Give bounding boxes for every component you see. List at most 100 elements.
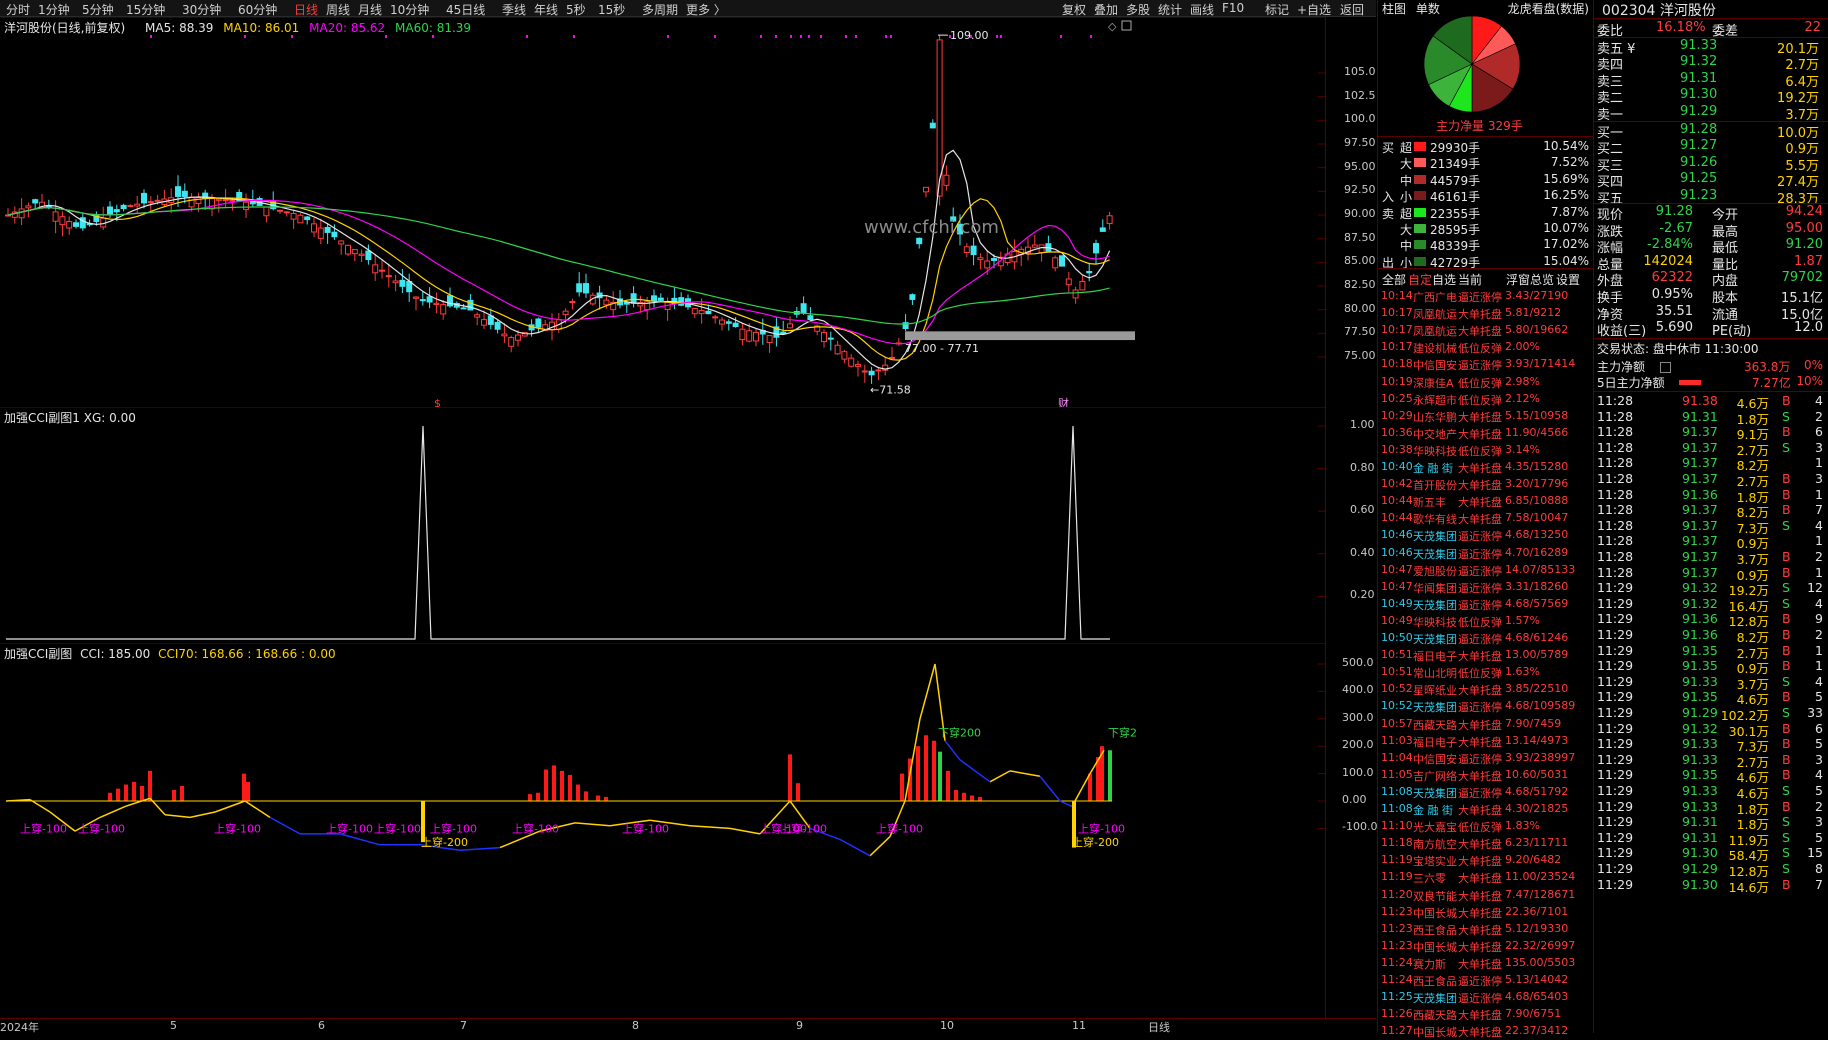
alert-stock[interactable]: 首开股份 bbox=[1413, 477, 1457, 493]
alert-stock[interactable]: 华闻集团 bbox=[1413, 580, 1457, 596]
alert-stock[interactable]: 金 融 街 bbox=[1413, 802, 1453, 818]
tick-count: 5 bbox=[1815, 736, 1823, 752]
alert-stock[interactable]: 南方航空 bbox=[1413, 836, 1457, 852]
filter-tab-2[interactable]: 自选 bbox=[1432, 271, 1456, 288]
period-tab-16[interactable]: 更多 〉 bbox=[686, 1, 726, 18]
alert-stock[interactable]: 天茂集团 bbox=[1413, 631, 1457, 647]
period-tab-11[interactable]: 季线 bbox=[502, 1, 526, 18]
toolbar-button-6[interactable]: 标记 bbox=[1265, 1, 1289, 18]
alert-stock[interactable]: 歌华有线 bbox=[1413, 511, 1457, 527]
alert-stock[interactable]: 光大嘉宝 bbox=[1413, 819, 1457, 835]
cci-sub1-pane[interactable]: 加强CCI副图1 XG: 0.00 bbox=[0, 407, 1325, 644]
period-tab-4[interactable]: 30分钟 bbox=[182, 1, 221, 18]
alert-value: 1.63% bbox=[1505, 665, 1540, 679]
period-tab-9[interactable]: 10分钟 bbox=[390, 1, 429, 18]
alert-stock[interactable]: 中国长城 bbox=[1413, 905, 1457, 921]
toolbar-button-7[interactable]: +自选 bbox=[1297, 1, 1331, 18]
alert-stock[interactable]: 双良节能 bbox=[1413, 888, 1457, 904]
filter-tab-4[interactable]: 浮窗 bbox=[1506, 271, 1530, 288]
alert-stock[interactable]: 西藏天路 bbox=[1413, 1007, 1457, 1023]
filter-tab-3[interactable]: 当前 bbox=[1458, 271, 1482, 288]
alert-stock[interactable]: 福日电子 bbox=[1413, 734, 1457, 750]
alert-stock[interactable]: 星晖纸业 bbox=[1413, 682, 1457, 698]
alert-stock[interactable]: 天茂集团 bbox=[1413, 699, 1457, 715]
alert-value: 3.31/18260 bbox=[1505, 579, 1569, 593]
period-tab-6[interactable]: 日线 bbox=[294, 1, 318, 18]
alert-stock[interactable]: 天茂集团 bbox=[1413, 990, 1457, 1006]
alert-stock[interactable]: 宝塔实业 bbox=[1413, 853, 1457, 869]
candle-body bbox=[317, 227, 324, 239]
period-tab-1[interactable]: 1分钟 bbox=[38, 1, 70, 18]
toolbar-button-1[interactable]: 叠加 bbox=[1094, 1, 1118, 18]
toolbar-button-0[interactable]: 复权 bbox=[1062, 1, 1086, 18]
alert-stock[interactable]: 福日电子 bbox=[1413, 648, 1457, 664]
filter-tab-5[interactable]: 总览 bbox=[1530, 271, 1554, 288]
filter-tab-0[interactable]: 全部 bbox=[1382, 271, 1406, 288]
period-tab-15[interactable]: 多周期 bbox=[642, 1, 678, 18]
period-tab-13[interactable]: 5秒 bbox=[566, 1, 586, 18]
period-tab-3[interactable]: 15分钟 bbox=[126, 1, 165, 18]
toolbar-button-5[interactable]: F10 bbox=[1222, 1, 1244, 15]
alert-stock[interactable]: 西王食品 bbox=[1413, 973, 1457, 989]
alert-stock[interactable]: 永辉超市 bbox=[1413, 392, 1457, 408]
alert-stock[interactable]: 天茂集团 bbox=[1413, 597, 1457, 613]
period-tab-5[interactable]: 60分钟 bbox=[238, 1, 277, 18]
alert-value: 5.15/10958 bbox=[1505, 408, 1569, 422]
tick-volume: 14.6万 bbox=[1728, 879, 1769, 895]
alert-stock[interactable]: 凤凰航运 bbox=[1413, 306, 1457, 322]
alert-type: 大单托盘 bbox=[1458, 479, 1502, 493]
alert-stock[interactable]: 华映科技 bbox=[1413, 614, 1457, 630]
alert-stock[interactable]: 爱旭股份 bbox=[1413, 563, 1457, 579]
alert-stock[interactable]: 中国长城 bbox=[1413, 939, 1457, 955]
alert-time: 10:14 bbox=[1381, 289, 1413, 302]
cci-bar bbox=[242, 773, 246, 801]
alert-stock[interactable]: 常山北明 bbox=[1413, 665, 1457, 681]
period-tab-8[interactable]: 月线 bbox=[358, 1, 382, 18]
alert-stock[interactable]: 中国长城 bbox=[1413, 1024, 1457, 1040]
toolbar-button-8[interactable]: 返回 bbox=[1340, 1, 1364, 18]
alert-stock[interactable]: 天茂集团 bbox=[1413, 528, 1457, 544]
alert-stock[interactable]: 天茂集团 bbox=[1413, 546, 1457, 562]
alert-stock[interactable]: 广西广电 bbox=[1413, 289, 1457, 305]
toolbar-button-4[interactable]: 画线 bbox=[1190, 1, 1214, 18]
alert-value: 4.68/61246 bbox=[1505, 631, 1569, 644]
alert-stock[interactable]: 吉广网络 bbox=[1413, 768, 1457, 784]
toolbar-button-2[interactable]: 多股 bbox=[1126, 1, 1150, 18]
alert-stock[interactable]: 西王食品 bbox=[1413, 922, 1457, 938]
main-net-label: 主力净额 bbox=[1597, 360, 1646, 374]
alert-stock[interactable]: 凤凰航运 bbox=[1413, 323, 1457, 339]
candle-body bbox=[338, 240, 345, 245]
alert-stock[interactable]: 金 融 街 bbox=[1413, 460, 1453, 476]
cci-sub2-pane[interactable]: 上穿-100 上穿-100 上穿-100 上穿-100 上穿-100 上穿-100 上穿-1… bbox=[0, 643, 1325, 1019]
alert-stock[interactable]: 西藏天路 bbox=[1413, 717, 1457, 733]
alert-stock[interactable]: 天茂集团 bbox=[1413, 785, 1457, 801]
filter-tab-1[interactable]: 自定 bbox=[1408, 271, 1432, 288]
alert-stock[interactable]: 中信国安 bbox=[1413, 357, 1457, 373]
stat-value: 62322 bbox=[1651, 270, 1693, 286]
tick-count: 4 bbox=[1815, 673, 1823, 689]
toolbar-button-3[interactable]: 统计 bbox=[1158, 1, 1182, 18]
wc-value: 22 bbox=[1804, 20, 1821, 35]
info-icon[interactable] bbox=[1660, 362, 1671, 373]
tab-bar-chart[interactable]: 柱图 bbox=[1382, 2, 1406, 16]
filter-tab-6[interactable]: 设置 bbox=[1556, 271, 1580, 288]
alert-stock[interactable]: 三六零 bbox=[1413, 870, 1446, 886]
period-tab-12[interactable]: 年线 bbox=[534, 1, 558, 18]
period-tab-10[interactable]: 45日线 bbox=[446, 1, 485, 18]
kline-chart[interactable]: 77.00 - 77.71109.00←71.58www.cfchi.com$ 财… bbox=[0, 18, 1325, 410]
candle-body bbox=[970, 245, 977, 256]
cci-bar bbox=[132, 781, 136, 801]
alert-stock[interactable]: 新五丰 bbox=[1413, 494, 1446, 510]
period-tab-0[interactable]: 分时 bbox=[6, 1, 30, 18]
alert-stock[interactable]: 赛力斯 bbox=[1413, 956, 1446, 972]
period-tab-14[interactable]: 15秒 bbox=[598, 1, 625, 18]
alert-stock[interactable]: 中交地产 bbox=[1413, 426, 1457, 442]
alert-stock[interactable]: 华映科技 bbox=[1413, 443, 1457, 459]
alert-stock[interactable]: 深康佳A bbox=[1413, 375, 1454, 391]
kline-pane[interactable]: 77.00 - 77.71 109.00 ←71.58 www.cfchi.com $ 财… bbox=[0, 17, 1325, 410]
period-tab-2[interactable]: 5分钟 bbox=[82, 1, 114, 18]
alert-stock[interactable]: 中信国安 bbox=[1413, 751, 1457, 767]
alert-stock[interactable]: 山东华鹏 bbox=[1413, 409, 1457, 425]
period-tab-7[interactable]: 周线 bbox=[326, 1, 350, 18]
alert-stock[interactable]: 建设机械 bbox=[1413, 340, 1457, 356]
